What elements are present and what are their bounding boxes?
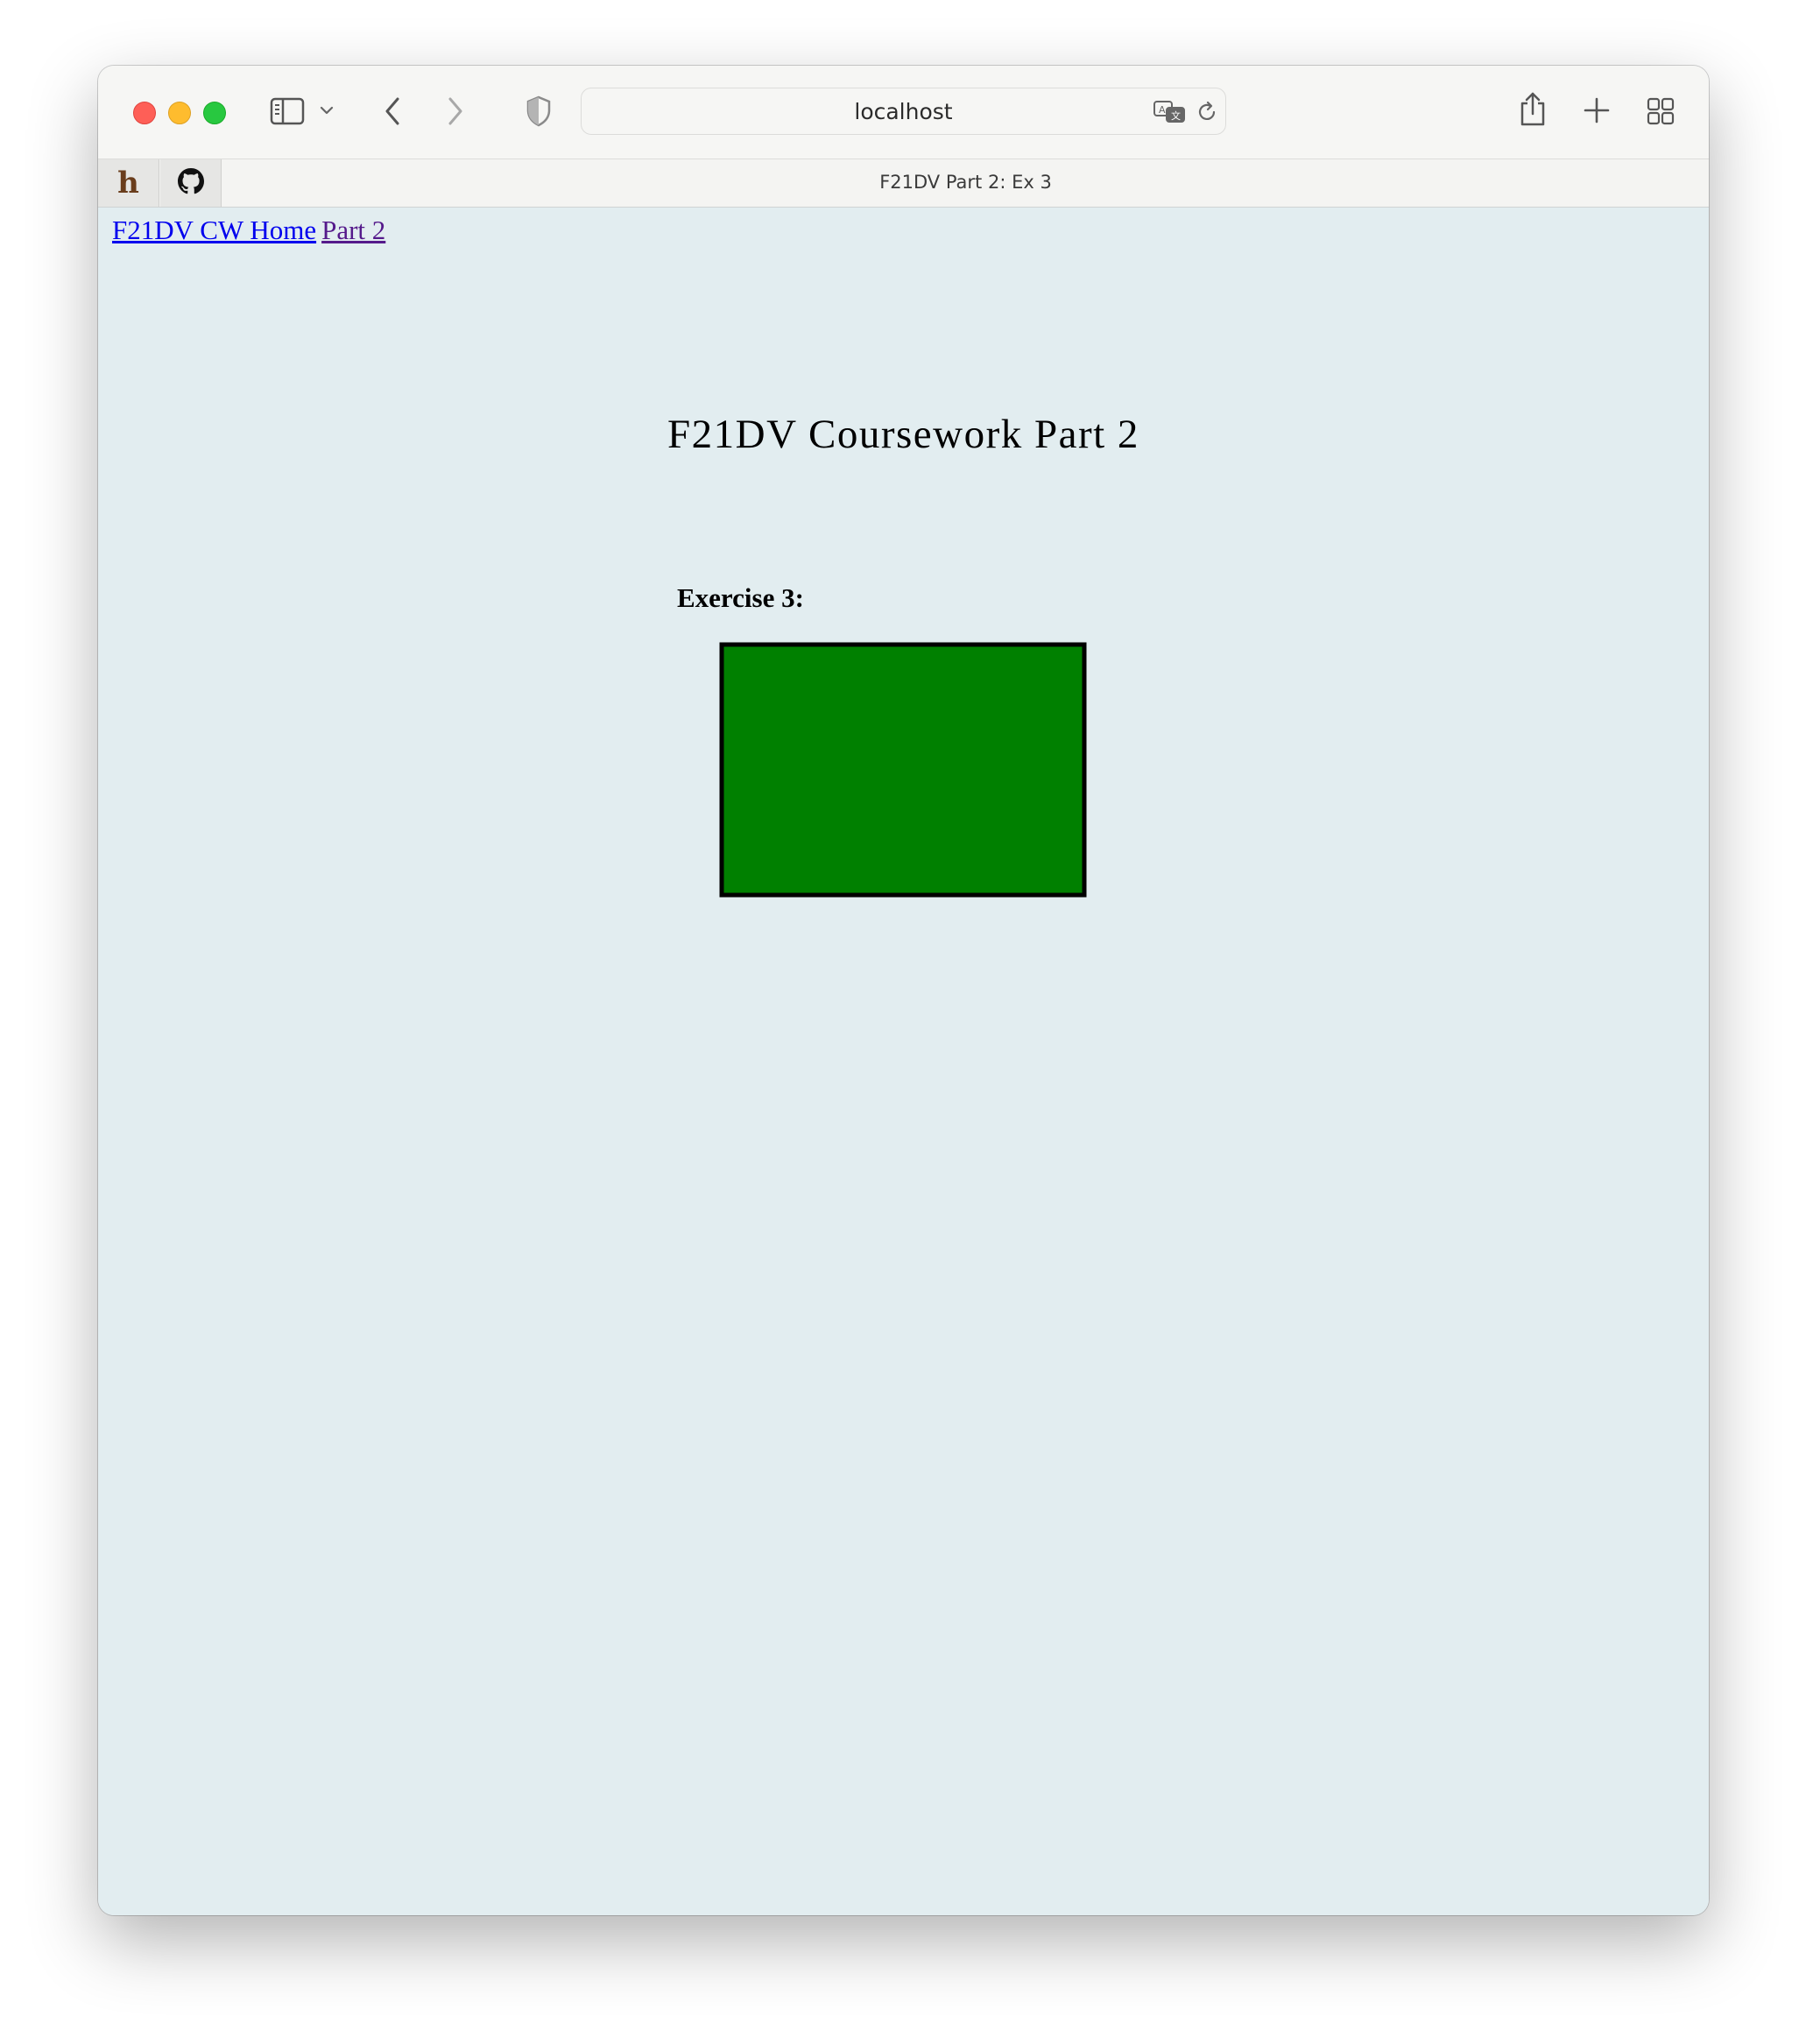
chevron-down-icon[interactable] (319, 102, 335, 118)
exercise-heading: Exercise 3: (677, 582, 804, 613)
breadcrumb: F21DV CW Home Part 2 (112, 215, 385, 246)
close-window-button[interactable] (133, 102, 156, 124)
share-icon[interactable] (1517, 90, 1549, 129)
page-content: F21DV CW Home Part 2 F21DV Coursework Par… (98, 208, 1709, 1915)
page-title: F21DV Coursework Part 2 (667, 412, 1139, 457)
browser-toolbar: localhost A 文 (98, 66, 1709, 159)
home-link[interactable]: F21DV CW Home (112, 215, 316, 245)
svg-text:A: A (1159, 104, 1166, 116)
sidebar-icon[interactable] (270, 95, 305, 127)
browser-window: localhost A 文 h F21DV Part 2: Ex 3 F21DV… (98, 66, 1709, 1915)
pinned-tab-github[interactable] (160, 159, 222, 207)
plus-icon[interactable] (1582, 95, 1612, 125)
tab-bar: h F21DV Part 2: Ex 3 (98, 159, 1709, 208)
back-icon[interactable] (380, 94, 405, 129)
active-tab-title[interactable]: F21DV Part 2: Ex 3 (222, 172, 1709, 193)
svg-text:文: 文 (1171, 109, 1181, 122)
h-logo-icon: h (117, 166, 139, 201)
green-rectangle (719, 642, 1087, 898)
green-rectangle-shape (719, 642, 1087, 898)
reload-icon[interactable] (1195, 100, 1219, 124)
part-2-link[interactable]: Part 2 (321, 215, 385, 245)
pinned-tab-h[interactable]: h (98, 159, 159, 207)
address-text: localhost (854, 99, 953, 124)
translate-icon[interactable]: A 文 (1153, 99, 1188, 125)
github-icon (177, 167, 204, 199)
tab-overview-icon[interactable] (1645, 95, 1676, 127)
address-bar[interactable]: localhost A 文 (581, 88, 1226, 135)
zoom-window-button[interactable] (203, 102, 226, 124)
shield-icon[interactable] (524, 94, 554, 129)
minimize-window-button[interactable] (168, 102, 191, 124)
forward-icon[interactable] (443, 94, 468, 129)
